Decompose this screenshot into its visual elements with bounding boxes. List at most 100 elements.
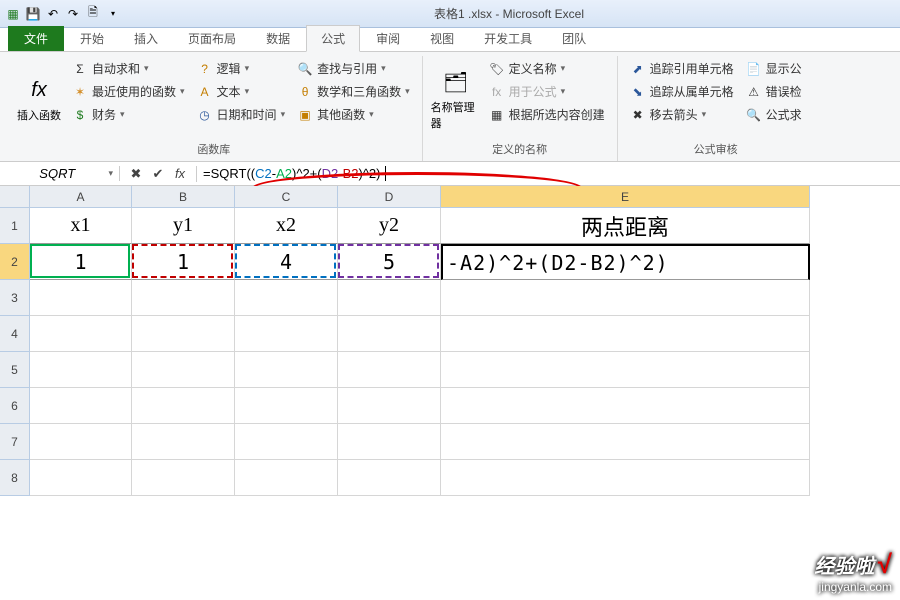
financial-button[interactable]: $财务▾: [68, 104, 189, 125]
cell-e8[interactable]: [441, 460, 810, 496]
datetime-button[interactable]: ◷日期和时间▾: [193, 104, 290, 125]
cell-e5[interactable]: [441, 352, 810, 388]
row-header-8[interactable]: 8: [0, 460, 30, 496]
cell-c3[interactable]: [235, 280, 338, 316]
tab-home[interactable]: 开始: [66, 26, 118, 51]
print-preview-icon[interactable]: 🗎: [84, 5, 102, 23]
excel-icon: ▦: [4, 5, 22, 23]
cell-b4[interactable]: [132, 316, 235, 352]
cell-b7[interactable]: [132, 424, 235, 460]
error-check-button[interactable]: ⚠错误检: [742, 81, 806, 102]
logical-button[interactable]: ?逻辑▾: [193, 58, 290, 79]
cell-d5[interactable]: [338, 352, 441, 388]
formula-input[interactable]: =SQRT((C2-A2)^2+(D2-B2)^2): [197, 166, 900, 182]
cell-a3[interactable]: [30, 280, 132, 316]
col-header-b[interactable]: B: [132, 186, 235, 208]
select-all-corner[interactable]: [0, 186, 30, 208]
cell-b3[interactable]: [132, 280, 235, 316]
insert-function-button[interactable]: fx 插入函数: [14, 58, 64, 139]
autosum-button[interactable]: Σ自动求和▾: [68, 58, 189, 79]
define-name-button[interactable]: 🏷定义名称▾: [485, 58, 609, 79]
grid[interactable]: x1 y1 x2 y2 两点距离 1 1 4 5 -A2)^2+(D2-B2)^…: [30, 208, 810, 496]
text-button[interactable]: A文本▾: [193, 81, 290, 102]
row-header-6[interactable]: 6: [0, 388, 30, 424]
save-icon[interactable]: 💾: [24, 5, 42, 23]
cell-e1[interactable]: 两点距离: [441, 208, 810, 244]
tab-team[interactable]: 团队: [548, 26, 600, 51]
tab-review[interactable]: 审阅: [362, 26, 414, 51]
col-header-e[interactable]: E: [441, 186, 810, 208]
cell-c8[interactable]: [235, 460, 338, 496]
col-header-c[interactable]: C: [235, 186, 338, 208]
dropdown-icon[interactable]: ▾: [104, 5, 122, 23]
cell-d4[interactable]: [338, 316, 441, 352]
tab-view[interactable]: 视图: [416, 26, 468, 51]
cell-b6[interactable]: [132, 388, 235, 424]
cell-c4[interactable]: [235, 316, 338, 352]
cell-b8[interactable]: [132, 460, 235, 496]
cell-c7[interactable]: [235, 424, 338, 460]
show-formulas-button[interactable]: 📄显示公: [742, 58, 806, 79]
redo-icon[interactable]: ↷: [64, 5, 82, 23]
cell-c6[interactable]: [235, 388, 338, 424]
chevron-down-icon: ▾: [144, 63, 149, 74]
cell-e3[interactable]: [441, 280, 810, 316]
cell-d7[interactable]: [338, 424, 441, 460]
cell-a5[interactable]: [30, 352, 132, 388]
cell-b1[interactable]: y1: [132, 208, 235, 244]
name-box[interactable]: SQRT ▾: [0, 166, 120, 181]
cell-e6[interactable]: [441, 388, 810, 424]
cell-c5[interactable]: [235, 352, 338, 388]
row-header-4[interactable]: 4: [0, 316, 30, 352]
cell-c1[interactable]: x2: [235, 208, 338, 244]
cancel-icon[interactable]: ✖: [128, 166, 144, 182]
row-header-2[interactable]: 2: [0, 244, 30, 280]
remove-arrows-button[interactable]: ✖移去箭头▾: [626, 104, 738, 125]
fx-icon[interactable]: fx: [172, 166, 188, 182]
col-header-d[interactable]: D: [338, 186, 441, 208]
create-from-selection-button[interactable]: ▦根据所选内容创建: [485, 104, 609, 125]
cell-a1[interactable]: x1: [30, 208, 132, 244]
trace-dependents-button[interactable]: ⬊追踪从属单元格: [626, 81, 738, 102]
more-icon: ▣: [297, 107, 313, 123]
cell-a4[interactable]: [30, 316, 132, 352]
cell-a7[interactable]: [30, 424, 132, 460]
cell-b5[interactable]: [132, 352, 235, 388]
cell-d1[interactable]: y2: [338, 208, 441, 244]
tab-formulas[interactable]: 公式: [306, 25, 360, 52]
cell-c2[interactable]: 4: [235, 244, 338, 280]
use-in-formula-button[interactable]: fx用于公式▾: [485, 81, 609, 102]
cell-d2[interactable]: 5: [338, 244, 441, 280]
recent-functions-button[interactable]: ✶最近使用的函数▾: [68, 81, 189, 102]
math-button[interactable]: θ数学和三角函数▾: [293, 81, 414, 102]
tab-file[interactable]: 文件: [8, 26, 64, 51]
col-header-a[interactable]: A: [30, 186, 132, 208]
name-manager-icon: 🗂: [440, 67, 472, 99]
cell-d6[interactable]: [338, 388, 441, 424]
tab-developer[interactable]: 开发工具: [470, 26, 546, 51]
row-header-7[interactable]: 7: [0, 424, 30, 460]
row-header-1[interactable]: 1: [0, 208, 30, 244]
enter-icon[interactable]: ✔: [150, 166, 166, 182]
tab-insert[interactable]: 插入: [120, 26, 172, 51]
cell-e2[interactable]: -A2)^2+(D2-B2)^2): [441, 244, 810, 280]
tab-page-layout[interactable]: 页面布局: [174, 26, 250, 51]
row-header-5[interactable]: 5: [0, 352, 30, 388]
formula-eval-button[interactable]: 🔍公式求: [742, 104, 806, 125]
chevron-down-icon[interactable]: ▾: [108, 168, 113, 179]
tab-data[interactable]: 数据: [252, 26, 304, 51]
trace-precedents-button[interactable]: ⬈追踪引用单元格: [626, 58, 738, 79]
cell-b2[interactable]: 1: [132, 244, 235, 280]
more-functions-button[interactable]: ▣其他函数▾: [293, 104, 414, 125]
cell-e7[interactable]: [441, 424, 810, 460]
cell-a8[interactable]: [30, 460, 132, 496]
name-manager-button[interactable]: 🗂 名称管理器: [431, 58, 481, 139]
undo-icon[interactable]: ↶: [44, 5, 62, 23]
cell-e4[interactable]: [441, 316, 810, 352]
cell-a6[interactable]: [30, 388, 132, 424]
cell-d8[interactable]: [338, 460, 441, 496]
cell-a2[interactable]: 1: [30, 244, 132, 280]
lookup-button[interactable]: 🔍查找与引用▾: [293, 58, 414, 79]
row-header-3[interactable]: 3: [0, 280, 30, 316]
cell-d3[interactable]: [338, 280, 441, 316]
